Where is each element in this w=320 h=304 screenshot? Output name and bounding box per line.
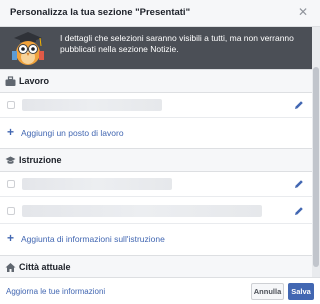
pencil-icon[interactable] <box>294 100 304 110</box>
plus-icon: + <box>7 125 15 139</box>
education-entry-row <box>0 199 312 224</box>
scrollbar[interactable] <box>312 27 320 277</box>
banner-text: I dettagli che selezioni saranno visibil… <box>60 33 294 54</box>
education-entry-value <box>22 178 172 190</box>
briefcase-icon <box>5 76 16 86</box>
section-header-work: Lavoro <box>0 69 312 93</box>
dialog-title: Personalizza la tua sezione "Presentati" <box>10 7 191 18</box>
owl-mascot-icon <box>12 32 44 65</box>
add-work-row[interactable]: + Aggiungi un posto di lavoro <box>0 122 312 144</box>
pencil-icon[interactable] <box>294 206 304 216</box>
visibility-checkbox[interactable] <box>7 180 15 188</box>
section-label-work: Lavoro <box>19 76 50 86</box>
section-label-education: Istruzione <box>19 155 62 165</box>
work-entry-row <box>0 93 312 118</box>
visibility-checkbox[interactable] <box>7 101 15 109</box>
save-button[interactable]: Salva <box>288 283 314 300</box>
add-work-link[interactable]: Aggiungi un posto di lavoro <box>21 128 124 138</box>
section-header-city: Città attuale <box>0 255 312 277</box>
add-education-row[interactable]: + Aggiunta di informazioni sull'istruzio… <box>0 228 312 250</box>
close-icon[interactable]: ✕ <box>296 5 310 19</box>
home-icon <box>5 263 16 272</box>
pencil-icon[interactable] <box>294 179 304 189</box>
graduation-cap-icon <box>5 156 16 164</box>
work-entry-value <box>22 99 162 111</box>
dialog-content[interactable]: I dettagli che selezioni saranno visibil… <box>0 27 312 277</box>
section-header-education: Istruzione <box>0 148 312 172</box>
education-entry-value <box>22 205 262 217</box>
dialog-footer: Aggiorna le tue informazioni Annulla Sal… <box>0 277 320 304</box>
plus-icon: + <box>7 231 15 245</box>
section-label-city: Città attuale <box>19 262 71 272</box>
add-education-link[interactable]: Aggiunta di informazioni sull'istruzione <box>21 234 165 244</box>
scrollbar-thumb[interactable] <box>313 67 319 267</box>
info-banner: I dettagli che selezioni saranno visibil… <box>0 27 312 69</box>
update-info-link[interactable]: Aggiorna le tue informazioni <box>6 287 105 296</box>
cancel-button[interactable]: Annulla <box>251 283 284 300</box>
dialog-header: Personalizza la tua sezione "Presentati"… <box>0 0 320 27</box>
education-entry-row <box>0 172 312 197</box>
visibility-checkbox[interactable] <box>7 207 15 215</box>
